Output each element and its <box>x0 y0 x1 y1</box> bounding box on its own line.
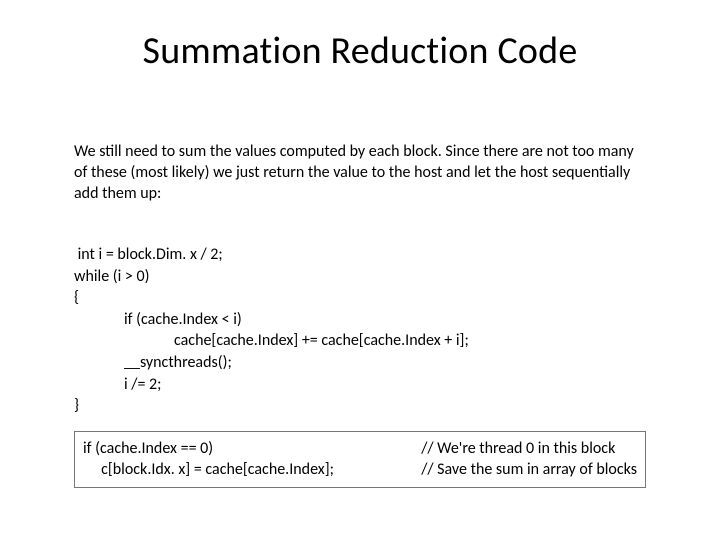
code-line: { <box>74 288 79 307</box>
boxed-right: // We're thread 0 in this block // Save … <box>421 438 637 481</box>
code-block: int i = block.Dim. x / 2; while (i > 0) … <box>74 222 646 416</box>
code-line: c[block.Idx. x] = cache[cache.Index]; <box>83 460 334 479</box>
code-line: i /= 2; <box>74 375 161 394</box>
code-line: cache[cache.Index] += cache[cache.Index … <box>74 331 469 350</box>
comment-line: // Save the sum in array of blocks <box>421 460 637 479</box>
code-line: } <box>74 396 79 415</box>
code-line: if (cache.Index == 0) <box>83 439 213 458</box>
boxed-left: if (cache.Index == 0) c[block.Idx. x] = … <box>83 438 334 481</box>
slide: Summation Reduction Code We still need t… <box>0 0 720 540</box>
intro-paragraph: We still need to sum the values computed… <box>74 142 646 204</box>
slide-title: Summation Reduction Code <box>0 0 720 82</box>
code-line: if (cache.Index < i) <box>74 310 242 329</box>
comment-line: // We're thread 0 in this block <box>421 439 615 458</box>
code-line: __syncthreads(); <box>74 353 232 372</box>
boxed-code: if (cache.Index == 0) c[block.Idx. x] = … <box>74 431 646 488</box>
code-line: while (i > 0) <box>74 267 149 286</box>
code-line: int i = block.Dim. x / 2; <box>74 245 223 264</box>
slide-body: We still need to sum the values computed… <box>0 82 720 488</box>
